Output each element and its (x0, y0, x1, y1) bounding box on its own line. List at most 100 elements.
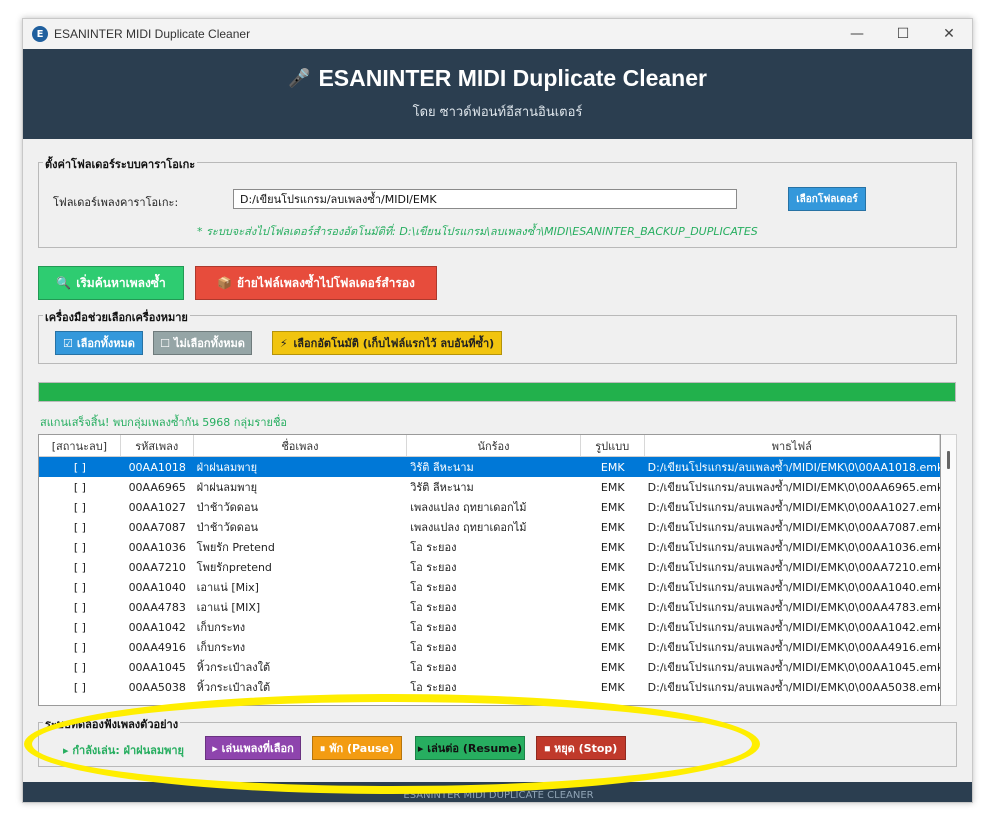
lightning-icon: ⚡ (279, 336, 288, 350)
cell-code: 00AA5038 (128, 680, 186, 694)
cell-title: หิ้วกระเป๋าลงใต้ (196, 661, 271, 674)
browse-folder-button[interactable]: เลือกโฟลเดอร์ (788, 187, 866, 211)
cell-status: [ ] (73, 520, 86, 534)
cell-artist: เพลงแปลง ฤทยาเดอกไม้ (410, 521, 527, 534)
select-all-button[interactable]: ☑ เลือกทั้งหมด (55, 331, 143, 355)
column-header-artist[interactable]: นักร้อง (407, 435, 581, 456)
column-header-path[interactable]: พาธไฟล์ (645, 435, 940, 456)
column-header-status[interactable]: [สถานะลบ] (39, 435, 121, 456)
cell-code: 00AA1018 (128, 460, 186, 474)
progress-fill (39, 383, 955, 401)
cell-format: EMK (600, 560, 625, 574)
box-icon: 📦 (217, 276, 233, 290)
search-icon: 🔍 (56, 276, 72, 290)
table-scrollbar[interactable] (941, 434, 957, 706)
table-row[interactable]: [ ] 00AA1040 เอาแน่ [Mix] โอ ระยอง EMK D:/เขี… (39, 577, 940, 597)
table-header-row: [สถานะลบ] รหัสเพลง ชื่อเพลง นักร้อง รูปแ… (39, 435, 940, 457)
column-header-title[interactable]: ชื่อเพลง (194, 435, 408, 456)
cell-format: EMK (600, 500, 625, 514)
table-row[interactable]: [ ] 00AA1042 เก็บกระทง โอ ระยอง EMK D:/เขียนโ… (39, 617, 940, 637)
table-row[interactable]: [ ] 00AA1018 ฝ่าฝนลมพายุ วิรัติ ลีหะนาม EMK D… (39, 457, 940, 477)
table-row[interactable]: [ ] 00AA1036 โพยรัก Pretend โอ ระยอง EMK D:/เ… (39, 537, 940, 557)
app-footer: ESANINTER MIDI DUPLICATE CLEANER (23, 782, 972, 802)
cell-title: หิ้วกระเป๋าลงใต้ (196, 681, 271, 694)
table-row[interactable]: [ ] 00AA5038 หิ้วกระเป๋าลงใต้ โอ ระยอง EMK D:… (39, 677, 940, 697)
scan-status-text: สแกนเสร็จสิ้น! พบกลุ่มเพลงซ้ำกัน 5968 กล… (40, 416, 288, 429)
cell-artist: วิรัติ ลีหะนาม (410, 461, 474, 474)
now-playing-text: ▸ กำลังเล่น: ฝ่าฝนลมพายุ (63, 744, 184, 757)
table-row[interactable]: [ ] 00AA4916 เก็บกระทง โอ ระยอง EMK D:/เขียนโ… (39, 637, 940, 657)
pause-button[interactable]: ⏸ พัก (Pause) (312, 736, 402, 760)
cell-status: [ ] (73, 660, 86, 674)
header-title-row: 🎤 ESANINTER MIDI Duplicate Cleaner (23, 49, 972, 92)
table-row[interactable]: [ ] 00AA4783 เอาแน่ [MIX] โอ ระยอง EMK D:/เขี… (39, 597, 940, 617)
table-row[interactable]: [ ] 00AA7087 ป่าช้าวัดดอน เพลงแปลง ฤทยาเดอก… (39, 517, 940, 537)
minimize-button[interactable]: — (834, 19, 880, 49)
cell-artist: โอ ระยอง (410, 681, 457, 694)
app-window: E ESANINTER MIDI Duplicate Cleaner — ☐ ✕… (22, 18, 973, 803)
stop-button[interactable]: ⏹ หยุด (Stop) (536, 736, 626, 760)
cell-path: D:/เขียนโปรแกรม/ลบเพลงซ้ำ/MIDI/EMK\0\00A… (647, 601, 940, 614)
cell-path: D:/เขียนโปรแกรม/ลบเพลงซ้ำ/MIDI/EMK\0\00A… (647, 581, 940, 594)
move-duplicates-button[interactable]: 📦 ย้ายไฟล์เพลงซ้ำไปโฟลเดอร์สำรอง (195, 266, 437, 300)
cell-artist: โอ ระยอง (410, 561, 457, 574)
column-header-format[interactable]: รูปแบบ (581, 435, 645, 456)
cell-title: เก็บกระทง (196, 641, 246, 654)
maximize-button[interactable]: ☐ (880, 19, 926, 49)
cell-title: ป่าช้าวัดดอน (196, 501, 259, 514)
table-row[interactable]: [ ] 00AA1045 หิ้วกระเป๋าลงใต้ โอ ระยอง EMK D:… (39, 657, 940, 677)
select-all-label: เลือกทั้งหมด (76, 337, 135, 350)
play-selected-button[interactable]: ▸ เล่นเพลงที่เลือก (205, 736, 301, 760)
cell-status: [ ] (73, 500, 86, 514)
column-header-code[interactable]: รหัสเพลง (121, 435, 194, 456)
cell-status: [ ] (73, 600, 86, 614)
cell-path: D:/เขียนโปรแกรม/ลบเพลงซ้ำ/MIDI/EMK\0\00A… (647, 461, 940, 474)
backup-note: * ระบบจะส่งไปโฟลเดอร์สำรองอัตโนมัติที่: … (197, 225, 758, 238)
player-group-title: ระบบทดลองฟังเพลงตัวอย่าง (43, 715, 181, 733)
cell-artist: โอ ระยอง (410, 601, 457, 614)
cell-status: [ ] (73, 640, 86, 654)
app-logo-icon: E (32, 26, 48, 42)
cell-title: เอาแน่ [MIX] (196, 601, 261, 614)
deselect-all-button[interactable]: ☐ ไม่เลือกทั้งหมด (153, 331, 252, 355)
cell-path: D:/เขียนโปรแกรม/ลบเพลงซ้ำ/MIDI/EMK\0\00A… (647, 681, 940, 694)
app-header: 🎤 ESANINTER MIDI Duplicate Cleaner โดย ซ… (23, 49, 972, 139)
cell-title: เอาแน่ [Mix] (196, 581, 259, 594)
resume-button[interactable]: ▸ เล่นต่อ (Resume) (415, 736, 525, 760)
cell-path: D:/เขียนโปรแกรม/ลบเพลงซ้ำ/MIDI/EMK\0\00A… (647, 521, 940, 534)
cell-title: ป่าช้าวัดดอน (196, 521, 259, 534)
cell-path: D:/เขียนโปรแกรม/ลบเพลงซ้ำ/MIDI/EMK\0\00A… (647, 481, 940, 494)
window-controls: — ☐ ✕ (834, 19, 972, 49)
cell-code: 00AA1042 (128, 620, 186, 634)
cell-status: [ ] (73, 680, 86, 694)
table-row[interactable]: [ ] 00AA7210 โพยรักpretend โอ ระยอง EMK D:/เข… (39, 557, 940, 577)
cell-format: EMK (600, 460, 625, 474)
checkbox-empty-icon: ☐ (160, 336, 171, 350)
folder-settings-title: ตั้งค่าโฟลเดอร์ระบบคาราโอเกะ (43, 155, 198, 173)
scan-button-label: เริ่มค้นหาเพลงซ้ำ (76, 275, 166, 290)
cell-title: เก็บกระทง (196, 621, 246, 634)
folder-path-input[interactable] (233, 189, 737, 209)
cell-path: D:/เขียนโปรแกรม/ลบเพลงซ้ำ/MIDI/EMK\0\00A… (647, 641, 940, 654)
cell-code: 00AA1040 (128, 580, 186, 594)
scan-duplicates-button[interactable]: 🔍 เริ่มค้นหาเพลงซ้ำ (38, 266, 184, 300)
cell-artist: โอ ระยอง (410, 621, 457, 634)
scrollbar-thumb[interactable] (947, 451, 950, 469)
cell-title: ฝ่าฝนลมพายุ (196, 461, 258, 474)
cell-status: [ ] (73, 580, 86, 594)
cell-code: 00AA7087 (128, 520, 186, 534)
cell-artist: โอ ระยอง (410, 641, 457, 654)
cell-path: D:/เขียนโปรแกรม/ลบเพลงซ้ำ/MIDI/EMK\0\00A… (647, 661, 940, 674)
close-button[interactable]: ✕ (926, 19, 972, 49)
select-tools-title: เครื่องมือช่วยเลือกเครื่องหมาย (43, 308, 190, 326)
table-row[interactable]: [ ] 00AA1027 ป่าช้าวัดดอน เพลงแปลง ฤทยาเดอก… (39, 497, 940, 517)
cell-artist: เพลงแปลง ฤทยาเดอกไม้ (410, 501, 527, 514)
cell-status: [ ] (73, 620, 86, 634)
cell-code: 00AA1045 (128, 660, 186, 674)
folder-label: โฟลเดอร์เพลงคาราโอเกะ: (53, 196, 179, 209)
auto-select-button[interactable]: ⚡ เลือกอัตโนมัติ (เก็บไฟล์แรกไว้ ลบอันที… (272, 331, 502, 355)
checkbox-checked-icon: ☑ (63, 336, 73, 350)
table-row[interactable]: [ ] 00AA6965 ฝ่าฝนลมพายุ วิรัติ ลีหะนาม EMK D… (39, 477, 940, 497)
cell-format: EMK (600, 540, 625, 554)
cell-code: 00AA6965 (128, 480, 186, 494)
